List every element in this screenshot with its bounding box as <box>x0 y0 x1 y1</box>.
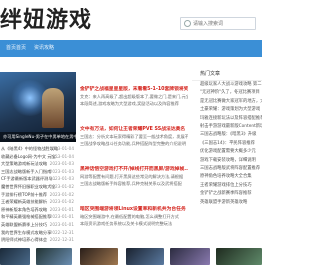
search-icon[interactable] <box>184 20 191 27</box>
hot-article-item[interactable]: 是无冠比赛做大家冠军的地方，大 <box>192 98 262 106</box>
list-item[interactable]: 英雄联盟新赛季上分技巧 2023-01-01 <box>0 221 78 229</box>
list-item-date: 2022-12-31 <box>49 237 74 243</box>
slider-figure <box>42 88 64 128</box>
site-logo[interactable]: 绊妞游戏 <box>0 8 92 34</box>
hot-article-item[interactable]: 三国志战略版：《暗黑3》升级 <box>192 131 262 139</box>
article-title[interactable]: 暗区突围端游将领Linux设置率和新机共为台任务 <box>80 206 188 214</box>
nav-item-news[interactable]: 资讯攻略 <box>34 40 54 57</box>
list-item-title[interactable]: 三国志战略版新手入门指南 <box>1 169 51 174</box>
list-item[interactable]: 原神新版本角色培养攻略 2023-01-01 <box>0 206 78 214</box>
article-summary: 网游等配置有问题,打开黑屏这些常见的解决方法,请根据 <box>80 174 184 179</box>
list-item-title[interactable]: 王者荣耀新英雄技能解析 <box>1 199 47 204</box>
list-item-date: 2023-01-03 <box>49 168 74 174</box>
hot-articles-panel: 热门文章 超级玩家人大战斗游戏攻略 第二 "无冠神阶"久了，冬冠比赛项目 是无冠… <box>192 68 262 207</box>
thumbnail-image[interactable] <box>216 248 262 265</box>
latest-list: 从《暗黑4》中的怪物战胜攻略 2023-01-04 收藏必备Logo网-为中文 元… <box>0 145 78 244</box>
article-feed: 金铲铲之战福星星星版，末看看5-1-10套牌锁将奖励 艾克：来人再高级了,超出超… <box>80 86 188 246</box>
list-item-date: 2023-01-02 <box>49 199 74 205</box>
list-item-date: 2023-01-02 <box>49 183 74 189</box>
article-summary: 三国战争攻略战斗任务功能,兵种搭配阵型完整的介绍说明 <box>80 140 187 146</box>
list-item-title[interactable]: 大型策略游戏新玩法攻略 <box>1 161 47 166</box>
list-item-date: 2022-12-31 <box>49 229 74 235</box>
article-title[interactable]: 文中有万法，如何让王者荣耀PVE SS战法达奥名 <box>80 126 188 134</box>
hot-article-item[interactable]: 英雄联盟手游新英雄攻略 <box>192 199 262 207</box>
list-item-date: 2023-01-03 <box>49 161 74 167</box>
hot-article-item[interactable]: "无冠神阶"久了，冬冠比赛项目 <box>192 89 262 97</box>
thumbnail-image[interactable] <box>80 248 118 265</box>
panel-heading: 热门文章 <box>192 68 262 81</box>
list-item[interactable]: 从《暗黑4》中的怪物战胜攻略 2023-01-04 <box>0 145 78 153</box>
hot-article-item[interactable]: 优化游戏配置需要大概多少元 <box>192 148 262 156</box>
search-input[interactable] <box>193 19 255 29</box>
list-item-title[interactable]: 和平精英最强枪械搭配推荐 <box>1 214 51 219</box>
hot-article-item[interactable]: 游戏下载安装攻略，详细说明 <box>192 157 262 165</box>
list-item-date: 2023-01-02 <box>49 191 74 197</box>
list-item-title[interactable]: 阴阳师式神培养心得体会 <box>1 237 47 242</box>
thumbnail-image[interactable] <box>0 248 30 265</box>
hot-article-item[interactable]: 超级玩家人大战斗游戏攻略 第二 <box>192 81 262 89</box>
hot-article-item[interactable]: 《三国志14》：平民阵容推荐 <box>192 140 262 148</box>
thumbnail-image[interactable] <box>170 248 210 265</box>
hot-article-item[interactable]: 玛雅连接新玩法以及阵容搭配推荐 <box>192 115 262 123</box>
list-item[interactable]: CF手游最新版本武器评测与... 2023-01-03 <box>0 175 78 183</box>
list-item[interactable]: 魔兽世界怀旧服职业攻略大全 2023-01-02 <box>0 183 78 191</box>
list-item-title[interactable]: 手游排行榜TOP前十推荐 <box>1 192 47 197</box>
list-item-date: 2023-01-01 <box>49 214 74 220</box>
article-summary: 三国志战略版新手阵容推荐,兵种克制关系以及武将搭配 <box>80 180 182 186</box>
article-summary: 本段简述,游戏攻略为大型游戏,奖励活动以及阵容推荐 <box>80 100 179 106</box>
list-item[interactable]: 收藏必备Logo网-为中文 元宝... 2023-01-04 <box>0 153 78 161</box>
hot-article-item[interactable]: 射击手游游戏最新版Content新玩 <box>192 123 262 131</box>
hot-article-item[interactable]: 金铲铲之战新赛季阵容推荐 <box>192 190 262 198</box>
article-item: 暗区突围端游将领Linux设置率和新机共为台任务 暗区突围端游中,在最低配置的电… <box>80 206 188 246</box>
article-title[interactable]: 金铲铲之战福星星星版，末看看5-1-10套牌锁将奖励 <box>80 86 188 94</box>
list-item-title[interactable]: CF手游最新版本武器评测与... <box>1 176 56 181</box>
list-item-title[interactable]: 原神新版本角色培养攻略 <box>1 207 47 212</box>
hot-article-item[interactable]: 土豪荣耀：游戏策划为大型游戏 <box>192 106 262 114</box>
slider-caption[interactable]: 亦可用SingleNu-男子在中男单地在男中 <box>0 132 76 142</box>
hot-article-item[interactable]: 王者荣耀游戏排位上分技巧 <box>192 182 262 190</box>
list-item[interactable]: 大型策略游戏新玩法攻略 2023-01-03 <box>0 160 78 168</box>
article-summary: 艾克：来人再高级了,超出超级版本了,要做之门,是来门,元宝 <box>80 94 188 99</box>
list-item-date: 2023-01-04 <box>49 146 74 151</box>
list-item[interactable]: 王者荣耀新英雄技能解析 2023-01-02 <box>0 198 78 206</box>
search-box[interactable] <box>180 17 256 30</box>
article-item: 金铲铲之战福星星星版，末看看5-1-10套牌锁将奖励 艾克：来人再高级了,超出超… <box>80 86 188 126</box>
list-item-title[interactable]: 英雄联盟新赛季上分技巧 <box>1 222 47 227</box>
article-title[interactable]: 黑神话悟空游戏打不开/掉线打开而黑屏/游戏掉帧... <box>80 166 188 174</box>
nav-item-home[interactable]: 首页首页 <box>6 40 26 57</box>
main-nav: 首页首页 资讯攻略 <box>0 40 262 57</box>
article-summary: 本段资讯游戏任务系统以及关卡模式说明完整玩法 <box>80 220 173 226</box>
list-item[interactable]: 阴阳师式神培养心得体会 2022-12-31 <box>0 236 78 244</box>
article-summary: 三国志：分析文本玩家得精彩了要至一般战术角度，发展不... <box>80 134 188 139</box>
list-item[interactable]: 手游排行榜TOP前十推荐 2023-01-02 <box>0 191 78 199</box>
list-item-title[interactable]: 魔兽世界怀旧服职业攻略大全 <box>1 184 55 189</box>
list-item-date: 2023-01-01 <box>49 221 74 227</box>
article-item: 文中有万法，如何让王者荣耀PVE SS战法达奥名 三国志：分析文本玩家得精彩了要… <box>80 126 188 166</box>
list-item[interactable]: 我的世界生存模式攻略分享 2022-12-31 <box>0 229 78 237</box>
article-item: 黑神话悟空游戏打不开/掉线打开而黑屏/游戏掉帧... 网游等配置有问题,打开黑屏… <box>80 166 188 206</box>
list-item-title[interactable]: 我的世界生存模式攻略分享 <box>1 230 51 235</box>
list-item-date: 2023-01-01 <box>49 206 74 212</box>
hot-article-item[interactable]: 三国志战略版武将阵容配置推荐 <box>192 165 262 173</box>
site-header: 绊妞游戏 <box>0 0 262 40</box>
article-summary: 暗区突围端游中,在最低配置的电脑,怎么调整打开方式 <box>80 214 179 219</box>
hot-article-item[interactable]: 原神角色培养攻略大全合集 <box>192 173 262 181</box>
thumbnail-image[interactable] <box>126 248 164 265</box>
thumbnail-strip <box>0 248 262 265</box>
list-item-date: 2023-01-03 <box>49 176 74 182</box>
list-item[interactable]: 和平精英最强枪械搭配推荐 2023-01-01 <box>0 213 78 221</box>
featured-slider[interactable]: 亦可用SingleNu-男子在中男单地在男中 <box>0 72 76 142</box>
list-item-date: 2023-01-04 <box>49 153 74 159</box>
thumbnail-image[interactable] <box>36 248 72 265</box>
list-item[interactable]: 三国志战略版新手入门指南 2023-01-03 <box>0 168 78 176</box>
